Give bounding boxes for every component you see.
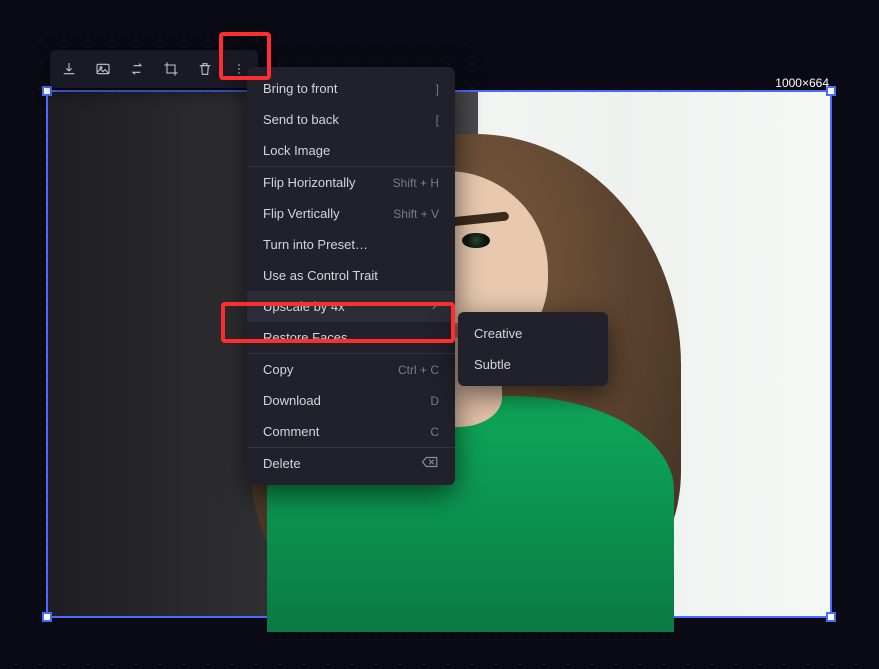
- menu-shortcut: [: [436, 113, 439, 127]
- menu-upscale-4x[interactable]: Upscale by 4x: [247, 291, 455, 322]
- submenu-subtle[interactable]: Subtle: [458, 349, 608, 380]
- crop-button[interactable]: [154, 52, 188, 86]
- menu-label: Flip Vertically: [263, 206, 340, 221]
- image-button[interactable]: [86, 52, 120, 86]
- resize-handle-bottom-left[interactable]: [42, 612, 52, 622]
- menu-shortcut: Shift + H: [393, 176, 439, 190]
- menu-label: Download: [263, 393, 321, 408]
- chevron-right-icon: [429, 299, 439, 314]
- menu-flip-vertical[interactable]: Flip Vertically Shift + V: [247, 198, 455, 229]
- image-subject-eye: [462, 233, 489, 248]
- image-icon: [95, 61, 111, 77]
- trash-icon: [197, 61, 213, 77]
- submenu-label: Subtle: [474, 357, 511, 372]
- menu-label: Flip Horizontally: [263, 175, 355, 190]
- menu-shortcut: Shift + V: [393, 207, 439, 221]
- menu-label: Use as Control Trait: [263, 268, 378, 283]
- menu-label: Comment: [263, 424, 319, 439]
- resize-handle-bottom-right[interactable]: [826, 612, 836, 622]
- menu-turn-into-preset[interactable]: Turn into Preset…: [247, 229, 455, 260]
- menu-use-as-control-trait[interactable]: Use as Control Trait: [247, 260, 455, 291]
- menu-download[interactable]: Download D: [247, 385, 455, 416]
- menu-shortcut: ]: [436, 82, 439, 96]
- menu-comment[interactable]: Comment C: [247, 416, 455, 447]
- menu-label: Bring to front: [263, 81, 337, 96]
- menu-restore-faces[interactable]: Restore Faces: [247, 322, 455, 353]
- menu-flip-horizontal[interactable]: Flip Horizontally Shift + H: [247, 167, 455, 198]
- more-icon: [231, 61, 247, 77]
- menu-shortcut: Ctrl + C: [398, 363, 439, 377]
- menu-lock-image[interactable]: Lock Image: [247, 135, 455, 166]
- submenu-creative[interactable]: Creative: [458, 318, 608, 349]
- menu-label: Restore Faces: [263, 330, 348, 345]
- menu-label: Delete: [263, 456, 301, 471]
- menu-label: Upscale by 4x: [263, 299, 345, 314]
- menu-label: Lock Image: [263, 143, 330, 158]
- menu-bring-to-front[interactable]: Bring to front ]: [247, 73, 455, 104]
- menu-label: Send to back: [263, 112, 339, 127]
- menu-shortcut: C: [430, 425, 439, 439]
- crop-icon: [163, 61, 179, 77]
- swap-button[interactable]: [120, 52, 154, 86]
- menu-delete[interactable]: Delete: [247, 448, 455, 479]
- submenu-label: Creative: [474, 326, 522, 341]
- upscale-submenu: Creative Subtle: [458, 312, 608, 386]
- delete-key-icon: [421, 456, 439, 471]
- menu-label: Turn into Preset…: [263, 237, 368, 252]
- menu-send-to-back[interactable]: Send to back [: [247, 104, 455, 135]
- download-button[interactable]: [52, 52, 86, 86]
- image-toolbar: [50, 50, 258, 88]
- menu-copy[interactable]: Copy Ctrl + C: [247, 354, 455, 385]
- menu-label: Copy: [263, 362, 293, 377]
- trash-button[interactable]: [188, 52, 222, 86]
- context-menu: Bring to front ] Send to back [ Lock Ima…: [247, 67, 455, 485]
- resize-handle-top-left[interactable]: [42, 86, 52, 96]
- swap-icon: [129, 61, 145, 77]
- dimensions-badge: 1000×664: [775, 76, 829, 90]
- download-icon: [61, 61, 77, 77]
- menu-shortcut: D: [430, 394, 439, 408]
